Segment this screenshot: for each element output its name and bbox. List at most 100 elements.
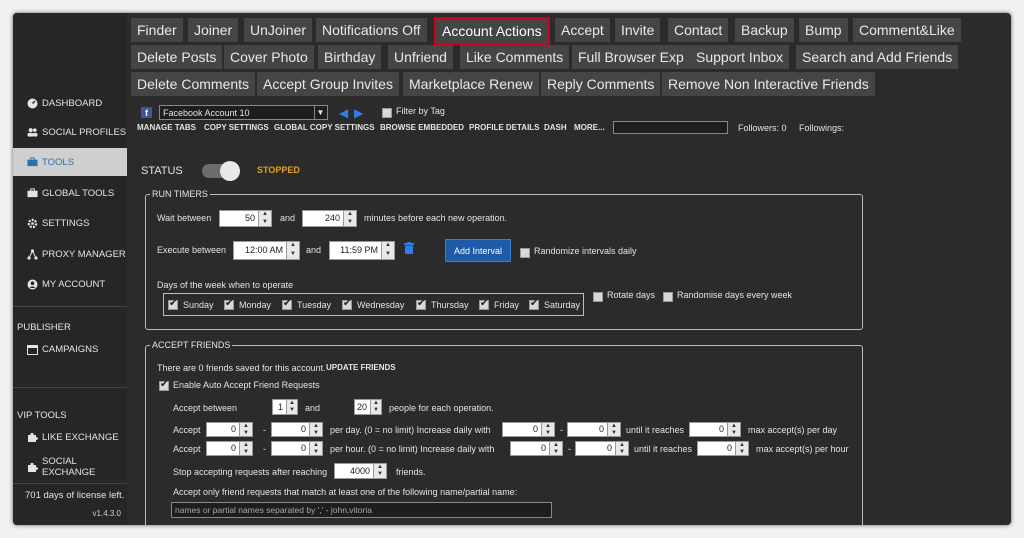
prev-account-icon[interactable]: ◀ [339,106,348,120]
tab-birthday[interactable]: Birthday [318,45,382,69]
exec-end-time[interactable]: 11:59 PM ▲ ▼ [329,241,395,260]
day-wednesday[interactable]: Wednesday [342,298,404,310]
enable-auto-accept-checkbox[interactable] [159,379,169,391]
day-saturday[interactable]: Saturday [529,298,580,310]
tab-remove-non-interactive-friends[interactable]: Remove Non Interactive Friends [662,72,875,96]
more-link[interactable]: MORE... [574,123,605,132]
tab-full-browser-exp[interactable]: Full Browser Exp [572,45,690,69]
per-hour-increase-max[interactable]: 0 ▲ ▼ [575,441,629,456]
per-hour-increase-min[interactable]: 0 ▲ ▼ [510,441,563,456]
sidebar-item-proxy-manager[interactable]: PROXY MANAGER [13,240,127,268]
tab-cover-photo[interactable]: Cover Photo [224,45,314,69]
tab-delete-posts[interactable]: Delete Posts [131,45,223,69]
days-label: Days of the week when to operate [157,280,294,290]
manage-tabs-link[interactable]: MANAGE TABS [137,123,196,132]
sidebar-item-campaigns[interactable]: CAMPAIGNS [13,335,127,363]
randomise-days-checkbox[interactable] [663,292,673,302]
sidebar-item-my-account[interactable]: MY ACCOUNT [13,270,127,298]
dash-link[interactable]: DASH [544,123,567,132]
wait-min-stepper[interactable]: 50 ▲ ▼ [219,210,272,227]
sunday-checkbox[interactable] [168,298,178,310]
followers-count: Followers: 0 [738,123,787,133]
sidebar-item-tools[interactable]: TOOLS [13,148,127,176]
filter-by-tag-checkbox[interactable] [382,108,392,118]
tab-marketplace-renew[interactable]: Marketplace Renew [403,72,539,96]
tab-support-inbox[interactable]: Support Inbox [690,45,790,69]
rotate-days-label: Rotate days [607,290,656,300]
accept-between-max[interactable]: 20 ▲ ▼ [354,399,382,415]
sidebar-item-like-exchange[interactable]: LIKE EXCHANGE [13,423,127,451]
saturday-checkbox[interactable] [529,298,539,310]
monday-checkbox[interactable] [224,298,234,310]
update-friends-link[interactable]: UPDATE FRIENDS [326,363,396,372]
stop-accepting-stepper[interactable]: 4000 ▲ ▼ [334,463,387,479]
tab-delete-comments[interactable]: Delete Comments [131,72,256,96]
per-hour-max-stepper[interactable]: 0 ▲ ▼ [271,441,323,456]
day-friday[interactable]: Friday [479,298,519,310]
day-thursday[interactable]: Thursday [416,298,469,310]
tab-joiner[interactable]: Joiner [188,18,239,42]
per-day-increase-max[interactable]: 0 ▲ ▼ [567,422,621,437]
tab-finder[interactable]: Finder [131,18,183,42]
per-hour-reaches-stepper[interactable]: 0 ▲ ▼ [697,441,749,456]
tab-accept-group-invites[interactable]: Accept Group Invites [257,72,399,96]
tab-bump[interactable]: Bump [799,18,848,42]
randomize-intervals-checkbox[interactable] [520,248,530,258]
browse-embedded-link[interactable]: BROWSE EMBEDDED [380,123,464,132]
user-icon [27,279,38,290]
tuesday-checkbox[interactable] [282,298,292,310]
friday-checkbox[interactable] [479,298,489,310]
tab-account-actions[interactable]: Account Actions [434,17,550,45]
status-toggle[interactable] [202,161,240,181]
accept-between-label: Accept between [173,403,238,413]
tab-search-add-friends[interactable]: Search and Add Friends [796,45,959,69]
tab-like-comments[interactable]: Like Comments [460,45,570,69]
add-interval-button[interactable]: Add Interval [445,239,511,262]
per-day-min-stepper[interactable]: 0 ▲ ▼ [206,422,253,437]
tab-invite[interactable]: Invite [615,18,661,42]
execute-between-label: Execute between [157,245,227,255]
sidebar-item-dashboard[interactable]: DASHBOARD [13,89,127,117]
accept-between-min[interactable]: 1 ▲ ▼ [272,399,298,415]
sidebar-item-social-exchange[interactable]: SOCIAL EXCHANGE [13,453,127,481]
sidebar-item-settings[interactable]: SETTINGS [13,209,127,237]
next-account-icon[interactable]: ▶ [354,106,363,120]
tab-contact[interactable]: Contact [668,18,729,42]
day-monday[interactable]: Monday [224,298,271,310]
tab-notifications-off[interactable]: Notifications Off [316,18,427,42]
per-day-max-stepper[interactable]: 0 ▲ ▼ [271,422,323,437]
account-select[interactable]: Facebook Account 10 ▼ [159,105,328,120]
sidebar-item-social-profiles[interactable]: SOCIAL PROFILES [13,118,127,146]
profile-details-link[interactable]: PROFILE DETAILS [469,123,540,132]
tab-accept[interactable]: Accept [555,18,610,42]
sidebar: DASHBOARD SOCIAL PROFILES TOOLS GLOBAL T… [13,13,127,525]
exec-start-time[interactable]: 12:00 AM ▲ ▼ [233,241,300,260]
tab-comment-like[interactable]: Comment&Like [853,18,961,42]
search-input[interactable] [613,121,728,134]
tab-backup[interactable]: Backup [735,18,794,42]
copy-settings-link[interactable]: COPY SETTINGS [204,123,269,132]
people-suffix-label: people for each operation. [389,403,494,413]
per-day-increase-dash: - [560,425,563,435]
wait-max-stepper[interactable]: 240 ▲ ▼ [302,210,357,227]
per-hour-min-stepper[interactable]: 0 ▲ ▼ [206,441,253,456]
day-sunday[interactable]: Sunday [168,298,214,310]
trash-icon[interactable] [404,241,414,259]
names-filter-input[interactable]: names or partial names separated by ',' … [171,502,552,518]
global-copy-settings-link[interactable]: GLOBAL COPY SETTINGS [274,123,375,132]
day-tuesday[interactable]: Tuesday [282,298,331,310]
thursday-checkbox[interactable] [416,298,426,310]
rotate-days-checkbox[interactable] [593,292,603,302]
sidebar-item-global-tools[interactable]: GLOBAL TOOLS [13,179,127,207]
accept-friends-title: ACCEPT FRIENDS [150,340,233,350]
per-day-reaches-stepper[interactable]: 0 ▲ ▼ [689,422,741,437]
tab-unjoiner[interactable]: UnJoiner [244,18,313,42]
publisher-section-title: PUBLISHER [17,322,71,333]
tab-unfriend[interactable]: Unfriend [388,45,453,69]
sidebar-divider [13,387,127,388]
per-day-increase-min[interactable]: 0 ▲ ▼ [502,422,555,437]
tab-reply-comments[interactable]: Reply Comments [541,72,661,96]
wednesday-checkbox[interactable] [342,298,352,310]
per-hour-label: per hour. (0 = no limit) Increase daily … [330,444,495,454]
enable-auto-accept-label: Enable Auto Accept Friend Requests [173,380,320,390]
